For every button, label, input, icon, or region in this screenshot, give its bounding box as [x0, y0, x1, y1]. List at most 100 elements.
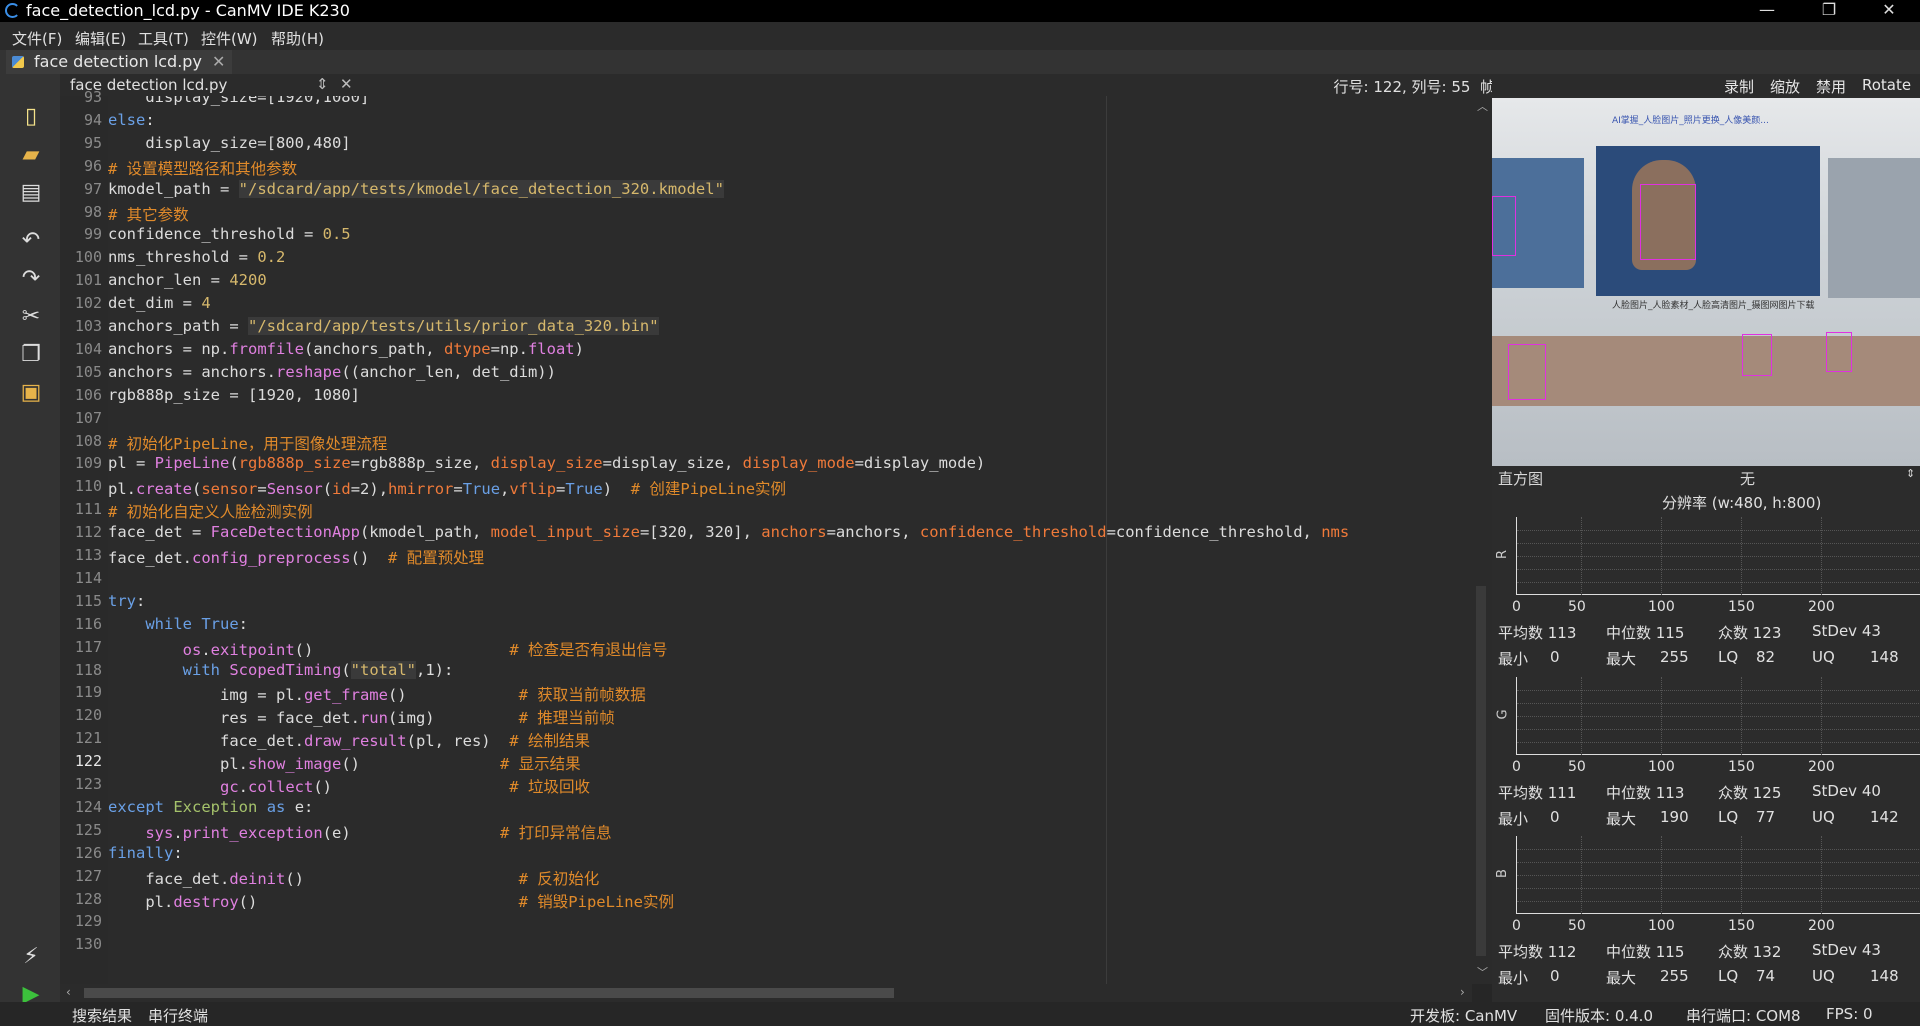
menu-edit[interactable]: 编辑(E) — [75, 28, 126, 49]
open-folder-icon[interactable]: ▰ — [16, 140, 46, 170]
code-line[interactable]: finally: — [108, 844, 183, 862]
code-editor[interactable]: display_size=[1920,1080] else: display_si… — [108, 96, 1472, 984]
line-number: 99 — [83, 225, 102, 244]
scroll-thumb[interactable] — [1476, 586, 1486, 956]
stat-min-value: 0 — [1550, 808, 1560, 826]
editor-vertical-scrollbar[interactable]: ︿ ﹀ — [1472, 96, 1492, 984]
line-number: 110 — [74, 477, 102, 496]
code-line[interactable]: anchors_path = "/sdcard/app/tests/utils/… — [108, 317, 659, 335]
close-window-button[interactable]: ✕ — [1866, 0, 1912, 22]
canmv-logo-icon — [5, 3, 20, 18]
code-line[interactable]: face_det = FaceDetectionApp(kmodel_path,… — [108, 523, 1349, 541]
code-line[interactable]: rgb888p_size = [1920, 1080] — [108, 386, 360, 404]
code-line[interactable]: anchor_len = 4200 — [108, 271, 267, 289]
stat-max-value: 255 — [1660, 967, 1689, 985]
disable-button[interactable]: 禁用 — [1816, 76, 1846, 97]
code-line[interactable]: confidence_threshold = 0.5 — [108, 225, 351, 243]
line-number: 112 — [74, 523, 102, 542]
line-number: 106 — [74, 385, 102, 404]
save-icon[interactable]: ▤ — [16, 178, 46, 208]
maximize-button[interactable]: ❐ — [1806, 0, 1852, 22]
code-line[interactable]: img = pl.get_frame() # 获取当前帧数据 — [108, 683, 646, 705]
axis-tick: 50 — [1568, 759, 1586, 775]
stat-lq-value: 82 — [1756, 648, 1776, 666]
axis-tick: 150 — [1728, 599, 1755, 615]
board-status: 开发板: CanMV — [1410, 1007, 1518, 1025]
code-line[interactable]: sys.print_exception(e) # 打印异常信息 — [108, 821, 611, 843]
menu-tools[interactable]: 工具(T) — [138, 28, 189, 49]
line-number: 113 — [74, 546, 102, 564]
serial-port-status: 串行端口: COM8 — [1686, 1007, 1801, 1025]
code-line[interactable]: face_det.config_preprocess() # 配置预处理 — [108, 546, 484, 568]
search-results-tab[interactable]: 搜索结果 — [72, 1005, 132, 1026]
hscroll-thumb[interactable] — [84, 988, 894, 998]
zoom-button[interactable]: 缩放 — [1770, 76, 1800, 97]
menu-file[interactable]: 文件(F) — [12, 28, 62, 49]
scroll-right-icon[interactable]: › — [1460, 985, 1465, 999]
scroll-up-icon[interactable]: ︿ — [1477, 98, 1488, 114]
code-line[interactable]: except Exception as e: — [108, 798, 313, 816]
code-line[interactable]: face_det.deinit() # 反初始化 — [108, 867, 599, 889]
line-number: 95 — [83, 133, 102, 152]
editor-close-button[interactable]: ✕ — [340, 75, 353, 93]
stat-min-label: 最小 — [1498, 810, 1529, 828]
code-line[interactable]: pl.create(sensor=Sensor(id=2),hmirror=Tr… — [108, 477, 786, 499]
code-line[interactable]: while True: — [108, 615, 248, 633]
line-number-gutter: 93 94 95 96 97 98 99 100 101 102 103 104 105 106 107 10… — [60, 88, 108, 984]
code-line[interactable]: else: — [108, 111, 155, 129]
code-line[interactable]: display_size=[800,480] — [108, 134, 350, 152]
axis-tick: 100 — [1648, 759, 1675, 775]
menu-help[interactable]: 帮助(H) — [271, 28, 324, 49]
histogram-mode-select[interactable]: 无 — [1740, 468, 1755, 489]
code-line[interactable]: try: — [108, 592, 145, 610]
code-line[interactable]: nms_threshold = 0.2 — [108, 248, 285, 266]
tab-file[interactable]: face detection lcd.py ✕ — [6, 50, 232, 74]
file-dropdown-icon[interactable]: ⇕ — [316, 75, 329, 93]
code-line[interactable]: with ScopedTiming("total",1): — [108, 660, 453, 679]
code-line[interactable]: pl.show_image() # 显示结果 — [108, 752, 581, 774]
stat-stdev: StDev 43 — [1812, 941, 1881, 959]
code-line[interactable]: # 设置模型路径和其他参数 — [108, 157, 297, 179]
connect-icon[interactable]: ⚡ — [16, 942, 46, 972]
code-line[interactable]: display_size=[1920,1080] — [108, 96, 369, 106]
face-box — [1742, 334, 1772, 376]
stat-uq-label: UQ — [1812, 808, 1835, 826]
scroll-down-icon[interactable]: ﹀ — [1477, 964, 1488, 980]
code-line[interactable]: anchors = np.fromfile(anchors_path, dtyp… — [108, 340, 584, 358]
code-line[interactable]: os.exitpoint() # 检查是否有退出信号 — [108, 638, 668, 660]
code-line[interactable]: gc.collect() # 垃圾回收 — [108, 775, 590, 797]
redo-icon[interactable]: ↷ — [16, 264, 46, 294]
code-line[interactable]: # 其它参数 — [108, 203, 189, 225]
histogram-label: 直方图 — [1498, 470, 1544, 488]
chevron-down-icon[interactable]: ⇕ — [1906, 467, 1915, 480]
undo-icon[interactable]: ↶ — [16, 226, 46, 256]
code-line[interactable]: pl = PipeLine(rgb888p_size=rgb888p_size,… — [108, 454, 985, 472]
code-line[interactable]: det_dim = 4 — [108, 294, 211, 312]
axis-tick: 200 — [1808, 759, 1835, 775]
cut-icon[interactable]: ✂ — [16, 302, 46, 332]
tab-close-button[interactable]: ✕ — [212, 50, 225, 74]
paste-icon[interactable]: ▣ — [16, 378, 46, 408]
face-box — [1508, 344, 1546, 400]
channel-label: B — [1494, 869, 1510, 878]
code-line[interactable]: res = face_det.run(img) # 推理当前帧 — [108, 706, 615, 728]
copy-icon[interactable]: ❐ — [16, 340, 46, 370]
code-line[interactable]: kmodel_path = "/sdcard/app/tests/kmodel/… — [108, 179, 724, 198]
code-line[interactable]: pl.destroy() # 销毁PipeLine实例 — [108, 890, 674, 912]
scroll-left-icon[interactable]: ‹ — [66, 985, 71, 999]
stat-stdev: StDev 43 — [1812, 622, 1881, 640]
menu-widgets[interactable]: 控件(W) — [201, 28, 258, 49]
minimize-button[interactable]: — — [1744, 0, 1790, 22]
stat-mean: 平均数 112 — [1498, 943, 1577, 961]
new-file-icon[interactable]: ▯ — [16, 102, 46, 132]
code-line[interactable]: # 初始化PipeLine，用于图像处理流程 — [108, 432, 387, 454]
editor-horizontal-scrollbar[interactable]: ‹ › — [60, 984, 1472, 1002]
code-line[interactable]: anchors = anchors.reshape((anchor_len, d… — [108, 363, 556, 381]
firmware-status: 固件版本: 0.4.0 — [1545, 1007, 1653, 1025]
code-line[interactable]: face_det.draw_result(pl, res) # 绘制结果 — [108, 729, 590, 751]
face-box — [1492, 196, 1516, 256]
serial-terminal-tab[interactable]: 串行终端 — [148, 1005, 208, 1026]
rotate-button[interactable]: Rotate — [1862, 76, 1911, 94]
record-button[interactable]: 录制 — [1724, 76, 1754, 97]
code-line[interactable]: # 初始化自定义人脸检测实例 — [108, 500, 313, 522]
